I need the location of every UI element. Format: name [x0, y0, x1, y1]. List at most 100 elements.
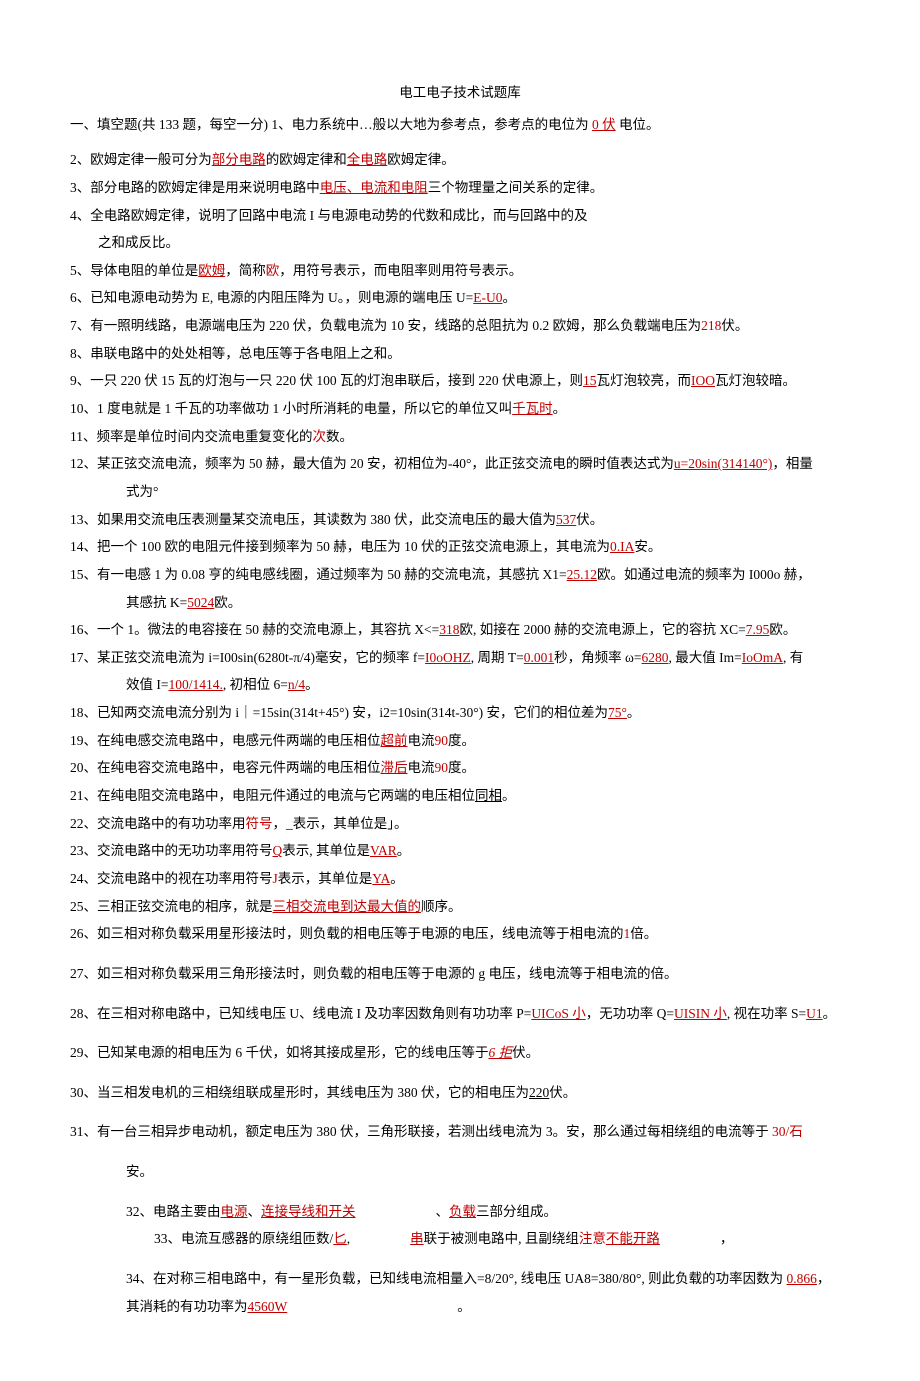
- q16a: 16、一个 1。微法的电容接在 50 赫的交流电源上，其容抗 X<=: [70, 622, 439, 637]
- q15c-text: 其感抗 K=: [126, 595, 187, 610]
- q11-ans: 次: [313, 429, 327, 444]
- q25b: 顺序。: [421, 899, 462, 914]
- q19: 19、在纯电感交流电路中，电感元件两端的电压相位超前电流90度。: [70, 728, 850, 754]
- q20-ans-a: 滞后: [381, 760, 408, 775]
- q2-ans-b: 全电路: [347, 152, 388, 167]
- q13-ans: 537: [556, 512, 576, 527]
- q24b: 表示，其单位是: [278, 871, 373, 886]
- q27: 27、如三相对称负载采用三角形接法时，则负载的相电压等于电源的 g 电压，线电流…: [70, 961, 850, 987]
- q5-ans-a: 欧姆: [198, 263, 225, 278]
- q34-ans-a: 0.866: [787, 1271, 817, 1286]
- q33a: 33、电流互感器的原绕组匝数/: [154, 1231, 333, 1246]
- q19c: 度。: [448, 733, 475, 748]
- q32d: 三部分组成。: [476, 1204, 557, 1219]
- q11b: 数。: [326, 429, 353, 444]
- q7: 7、有一照明线路，电源端电压为 220 伏，负载电流为 10 安，线路的总阻抗为…: [70, 313, 850, 339]
- q1-tail: 电位。: [619, 117, 660, 132]
- q23-ans-b: VAR: [370, 843, 397, 858]
- q17-ans-e: 100/1414.: [168, 677, 222, 692]
- q5: 5、导体电阻的单位是欧姆，简称欧，用符号表示，而电阻率则用符号表示。: [70, 258, 850, 284]
- q18a: 18、已知两交流电流分别为 i｜=15sin(314t+45°) 安，i2=10…: [70, 705, 608, 720]
- q31-ans: 30/石: [772, 1124, 803, 1139]
- q31b: 安。: [70, 1159, 850, 1185]
- q13a: 13、如果用交流电压表测量某交流电压，其读数为 380 伏，此交流电压的最大值为: [70, 512, 556, 527]
- q28b: ，无功功率 Q=: [586, 1006, 674, 1021]
- q17f-text: 效值 I=: [126, 677, 168, 692]
- q29a: 29、已知某电源的相电压为 6 千伏，如将其接成星形，它的线电压等于: [70, 1045, 489, 1060]
- q9: 9、一只 220 伏 15 瓦的灯泡与一只 220 伏 100 瓦的灯泡串联后，…: [70, 368, 850, 394]
- q14: 14、把一个 100 欧的电阻元件接到频率为 50 赫，电压为 10 伏的正弦交…: [70, 534, 850, 560]
- q9-ans-b: IOO: [691, 373, 715, 388]
- q32a: 32、电路主要由: [126, 1204, 221, 1219]
- q7-ans: 218: [701, 318, 721, 333]
- q32: 32、电路主要由电源、连接导线和开关、负载三部分组成。: [70, 1199, 850, 1225]
- q28-ans-b: UISIN 小: [674, 1006, 727, 1021]
- q2: 2、欧姆定律一般可分为部分电路的欧姆定律和全电路欧姆定律。: [70, 147, 850, 173]
- q3b: 三个物理量之间关系的定律。: [428, 180, 604, 195]
- q17c: 秒，角频率 ω=: [554, 650, 641, 665]
- q24c: 。: [390, 871, 404, 886]
- q17b: , 周期 T=: [471, 650, 524, 665]
- q4b: 之和成反比。: [70, 230, 850, 256]
- q11a: 11、频率是单位时间内交流电重复变化的: [70, 429, 313, 444]
- q32-ans-b: 连接导线和开关: [261, 1204, 356, 1219]
- page-title: 电工电子技术试题库: [70, 80, 850, 106]
- q33-ans-b: 串: [410, 1231, 424, 1246]
- q34c: 其消耗的有功功率为4560W。: [70, 1294, 850, 1320]
- q1-ans: 0 伏: [592, 117, 616, 132]
- q21a: 21、在纯电阻交流电路中，电阻元件通过的电流与它两端的电压相位: [70, 788, 475, 803]
- q16-ans-b: 7.95: [746, 622, 770, 637]
- q8-text: 8、串联电路中的处处相等，总电压等于各电阻上之和。: [70, 346, 401, 361]
- q22-ans: 符号: [246, 816, 273, 831]
- q34b: ，: [817, 1271, 831, 1286]
- q15d: 欧。: [214, 595, 241, 610]
- q28: 28、在三相对称电路中，已知线电压 U、线电流 I 及功率因数角则有功功率 P=…: [70, 1001, 850, 1027]
- q16: 16、一个 1。微法的电容接在 50 赫的交流电源上，其容抗 X<=318欧, …: [70, 617, 850, 643]
- q28-ans-c: U1: [806, 1006, 823, 1021]
- q20c: 度。: [448, 760, 475, 775]
- q1: 一、填空题(共 133 题，每空一分) 1、电力系统中…般以大地为参考点，参考点…: [70, 112, 850, 138]
- q9a: 9、一只 220 伏 15 瓦的灯泡与一只 220 伏 100 瓦的灯泡串联后，…: [70, 373, 583, 388]
- q16c: 欧。: [769, 622, 796, 637]
- q21: 21、在纯电阻交流电路中，电阻元件通过的电流与它两端的电压相位同相。: [70, 783, 850, 809]
- q18b: 。: [627, 705, 641, 720]
- q9b: 瓦灯泡较亮，而: [597, 373, 692, 388]
- q30a: 30、当三相发电机的三相绕组联成星形时，其线电压为 380 伏，它的相电压为: [70, 1085, 529, 1100]
- q12: 12、某正弦交流电流，频率为 50 赫，最大值为 20 安，初相位为-40°，此…: [70, 451, 850, 477]
- q2c: 欧姆定律。: [387, 152, 455, 167]
- q30-ans: 220: [529, 1085, 549, 1100]
- q19-ans-a: 超前: [381, 733, 408, 748]
- q10b: 。: [553, 401, 567, 416]
- q19-ans-b: 90: [435, 733, 449, 748]
- q5-ans-b: 欧: [266, 263, 280, 278]
- q6-ans: E-U0: [473, 290, 502, 305]
- q26a: 26、如三相对称负载采用星形接法时，则负载的相电压等于电源的电压，线电流等于相电…: [70, 926, 624, 941]
- q11: 11、频率是单位时间内交流电重复变化的次数。: [70, 424, 850, 450]
- q10a: 10、1 度电就是 1 千瓦的功率做功 1 小时所消耗的电量，所以它的单位又叫: [70, 401, 512, 416]
- q4: 4、全电路欧姆定律，说明了回路中电流 I 与电源电动势的代数和成比，而与回路中的…: [70, 203, 850, 229]
- q33-ans-c2: 不能开路: [606, 1231, 660, 1246]
- q17-ans-d: IoOmA: [742, 650, 783, 665]
- q17-ans-b: 0.001: [524, 650, 554, 665]
- q9-ans-a: 15: [583, 373, 597, 388]
- q10: 10、1 度电就是 1 千瓦的功率做功 1 小时所消耗的电量，所以它的单位又叫千…: [70, 396, 850, 422]
- q12c-text: 式为°: [126, 484, 158, 499]
- q13b: 伏。: [576, 512, 603, 527]
- q32c: 、: [436, 1204, 450, 1219]
- q15a: 15、有一电感 1 为 0.08 亨的纯电感线圈，通过频率为 50 赫的交流电流…: [70, 567, 567, 582]
- q28-ans-a: UICoS 小: [531, 1006, 585, 1021]
- q15: 15、有一电感 1 为 0.08 亨的纯电感线圈，通过频率为 50 赫的交流电流…: [70, 562, 850, 588]
- q13: 13、如果用交流电压表测量某交流电压，其读数为 380 伏，此交流电压的最大值为…: [70, 507, 850, 533]
- q10-ans: 千瓦时: [512, 401, 553, 416]
- q17e: , 有: [783, 650, 803, 665]
- q2b: 的欧姆定律和: [266, 152, 347, 167]
- q22: 22、交流电路中的有功功率用符号，_表示，其单位是」。: [70, 811, 850, 837]
- q20-ans-b: 90: [435, 760, 449, 775]
- q22a: 22、交流电路中的有功功率用: [70, 816, 246, 831]
- q12b: ，相量: [772, 456, 813, 471]
- q16-ans-a: 318: [439, 622, 459, 637]
- q33-ans-a: 匕: [333, 1231, 347, 1246]
- q31a: 31、有一台三相异步电动机，额定电压为 380 伏，三角形联接，若测出线电流为 …: [70, 1124, 769, 1139]
- q23b: 表示, 其单位是: [282, 843, 370, 858]
- q30: 30、当三相发电机的三相绕组联成星形时，其线电压为 380 伏，它的相电压为22…: [70, 1080, 850, 1106]
